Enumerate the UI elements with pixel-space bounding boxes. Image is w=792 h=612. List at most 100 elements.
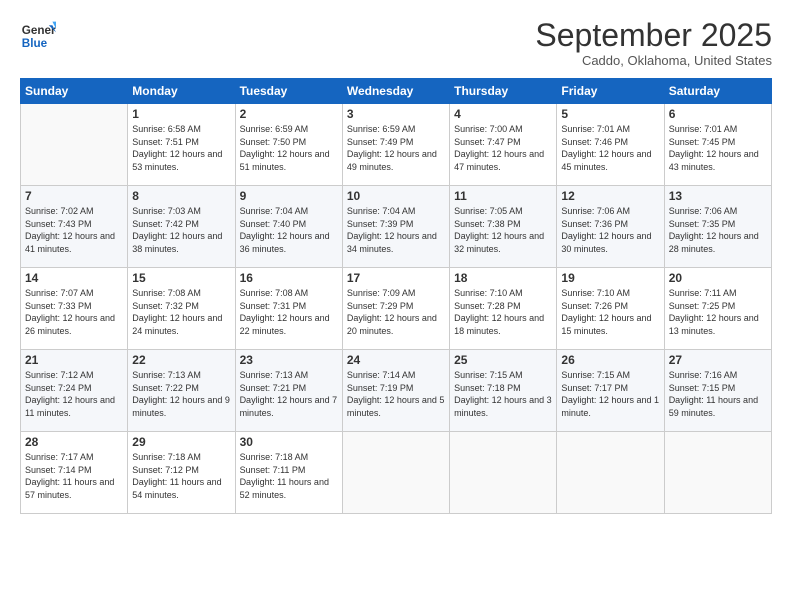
cell-sunset: Sunset: 7:50 PM: [240, 136, 338, 149]
header-sunday: Sunday: [21, 79, 128, 104]
cell-sunset: Sunset: 7:45 PM: [669, 136, 767, 149]
calendar-table: Sunday Monday Tuesday Wednesday Thursday…: [20, 78, 772, 514]
calendar-cell: [342, 432, 449, 514]
day-number: 20: [669, 271, 767, 285]
day-number: 7: [25, 189, 123, 203]
cell-sunrise: Sunrise: 7:02 AM: [25, 205, 123, 218]
cell-daylight: Daylight: 12 hours and 51 minutes.: [240, 148, 338, 173]
calendar-cell: 24 Sunrise: 7:14 AM Sunset: 7:19 PM Dayl…: [342, 350, 449, 432]
cell-sunrise: Sunrise: 7:10 AM: [561, 287, 659, 300]
header-wednesday: Wednesday: [342, 79, 449, 104]
cell-daylight: Daylight: 12 hours and 30 minutes.: [561, 230, 659, 255]
cell-sunrise: Sunrise: 7:15 AM: [454, 369, 552, 382]
calendar-week-row: 14 Sunrise: 7:07 AM Sunset: 7:33 PM Dayl…: [21, 268, 772, 350]
cell-sunrise: Sunrise: 7:09 AM: [347, 287, 445, 300]
calendar-cell: 18 Sunrise: 7:10 AM Sunset: 7:28 PM Dayl…: [450, 268, 557, 350]
header: General Blue September 2025 Caddo, Oklah…: [20, 18, 772, 68]
cell-daylight: Daylight: 12 hours and 24 minutes.: [132, 312, 230, 337]
cell-daylight: Daylight: 12 hours and 18 minutes.: [454, 312, 552, 337]
cell-sunset: Sunset: 7:33 PM: [25, 300, 123, 313]
cell-daylight: Daylight: 12 hours and 45 minutes.: [561, 148, 659, 173]
cell-sunset: Sunset: 7:26 PM: [561, 300, 659, 313]
day-number: 6: [669, 107, 767, 121]
cell-sunrise: Sunrise: 7:04 AM: [240, 205, 338, 218]
calendar-cell: 8 Sunrise: 7:03 AM Sunset: 7:42 PM Dayli…: [128, 186, 235, 268]
cell-sunrise: Sunrise: 7:01 AM: [561, 123, 659, 136]
page-container: General Blue September 2025 Caddo, Oklah…: [0, 0, 792, 612]
cell-sunset: Sunset: 7:47 PM: [454, 136, 552, 149]
calendar-cell: 3 Sunrise: 6:59 AM Sunset: 7:49 PM Dayli…: [342, 104, 449, 186]
cell-sunrise: Sunrise: 7:18 AM: [240, 451, 338, 464]
day-number: 10: [347, 189, 445, 203]
cell-daylight: Daylight: 11 hours and 52 minutes.: [240, 476, 338, 501]
cell-sunset: Sunset: 7:12 PM: [132, 464, 230, 477]
cell-sunrise: Sunrise: 6:59 AM: [240, 123, 338, 136]
cell-sunrise: Sunrise: 7:03 AM: [132, 205, 230, 218]
cell-sunrise: Sunrise: 7:05 AM: [454, 205, 552, 218]
cell-sunrise: Sunrise: 6:59 AM: [347, 123, 445, 136]
title-block: September 2025 Caddo, Oklahoma, United S…: [535, 18, 772, 68]
cell-sunrise: Sunrise: 7:16 AM: [669, 369, 767, 382]
cell-sunrise: Sunrise: 7:00 AM: [454, 123, 552, 136]
cell-daylight: Daylight: 12 hours and 20 minutes.: [347, 312, 445, 337]
cell-sunset: Sunset: 7:22 PM: [132, 382, 230, 395]
cell-sunset: Sunset: 7:32 PM: [132, 300, 230, 313]
cell-daylight: Daylight: 12 hours and 32 minutes.: [454, 230, 552, 255]
cell-sunset: Sunset: 7:49 PM: [347, 136, 445, 149]
cell-daylight: Daylight: 11 hours and 57 minutes.: [25, 476, 123, 501]
header-saturday: Saturday: [664, 79, 771, 104]
calendar-week-row: 7 Sunrise: 7:02 AM Sunset: 7:43 PM Dayli…: [21, 186, 772, 268]
calendar-cell: 7 Sunrise: 7:02 AM Sunset: 7:43 PM Dayli…: [21, 186, 128, 268]
calendar-cell: 23 Sunrise: 7:13 AM Sunset: 7:21 PM Dayl…: [235, 350, 342, 432]
cell-sunset: Sunset: 7:29 PM: [347, 300, 445, 313]
cell-sunset: Sunset: 7:42 PM: [132, 218, 230, 231]
day-number: 9: [240, 189, 338, 203]
calendar-cell: 20 Sunrise: 7:11 AM Sunset: 7:25 PM Dayl…: [664, 268, 771, 350]
calendar-cell: 12 Sunrise: 7:06 AM Sunset: 7:36 PM Dayl…: [557, 186, 664, 268]
header-friday: Friday: [557, 79, 664, 104]
day-number: 5: [561, 107, 659, 121]
cell-daylight: Daylight: 11 hours and 54 minutes.: [132, 476, 230, 501]
day-number: 2: [240, 107, 338, 121]
day-number: 23: [240, 353, 338, 367]
calendar-cell: 19 Sunrise: 7:10 AM Sunset: 7:26 PM Dayl…: [557, 268, 664, 350]
calendar-cell: 2 Sunrise: 6:59 AM Sunset: 7:50 PM Dayli…: [235, 104, 342, 186]
cell-sunset: Sunset: 7:19 PM: [347, 382, 445, 395]
day-number: 11: [454, 189, 552, 203]
calendar-week-row: 28 Sunrise: 7:17 AM Sunset: 7:14 PM Dayl…: [21, 432, 772, 514]
cell-sunset: Sunset: 7:39 PM: [347, 218, 445, 231]
cell-daylight: Daylight: 12 hours and 38 minutes.: [132, 230, 230, 255]
day-number: 28: [25, 435, 123, 449]
cell-sunset: Sunset: 7:51 PM: [132, 136, 230, 149]
calendar-cell: [664, 432, 771, 514]
calendar-cell: 22 Sunrise: 7:13 AM Sunset: 7:22 PM Dayl…: [128, 350, 235, 432]
cell-sunset: Sunset: 7:35 PM: [669, 218, 767, 231]
cell-sunset: Sunset: 7:43 PM: [25, 218, 123, 231]
day-number: 21: [25, 353, 123, 367]
cell-sunset: Sunset: 7:38 PM: [454, 218, 552, 231]
cell-daylight: Daylight: 12 hours and 28 minutes.: [669, 230, 767, 255]
location: Caddo, Oklahoma, United States: [535, 53, 772, 68]
cell-sunset: Sunset: 7:17 PM: [561, 382, 659, 395]
calendar-cell: 13 Sunrise: 7:06 AM Sunset: 7:35 PM Dayl…: [664, 186, 771, 268]
cell-daylight: Daylight: 12 hours and 34 minutes.: [347, 230, 445, 255]
day-number: 26: [561, 353, 659, 367]
cell-sunrise: Sunrise: 7:18 AM: [132, 451, 230, 464]
cell-sunrise: Sunrise: 7:08 AM: [240, 287, 338, 300]
day-number: 3: [347, 107, 445, 121]
cell-daylight: Daylight: 12 hours and 47 minutes.: [454, 148, 552, 173]
cell-daylight: Daylight: 12 hours and 41 minutes.: [25, 230, 123, 255]
day-number: 1: [132, 107, 230, 121]
calendar-cell: 21 Sunrise: 7:12 AM Sunset: 7:24 PM Dayl…: [21, 350, 128, 432]
cell-daylight: Daylight: 12 hours and 9 minutes.: [132, 394, 230, 419]
cell-daylight: Daylight: 11 hours and 59 minutes.: [669, 394, 767, 419]
logo-icon: General Blue: [20, 18, 56, 54]
cell-sunset: Sunset: 7:28 PM: [454, 300, 552, 313]
cell-sunrise: Sunrise: 7:15 AM: [561, 369, 659, 382]
cell-daylight: Daylight: 12 hours and 43 minutes.: [669, 148, 767, 173]
cell-sunset: Sunset: 7:31 PM: [240, 300, 338, 313]
cell-daylight: Daylight: 12 hours and 15 minutes.: [561, 312, 659, 337]
cell-sunset: Sunset: 7:11 PM: [240, 464, 338, 477]
cell-daylight: Daylight: 12 hours and 53 minutes.: [132, 148, 230, 173]
logo: General Blue: [20, 18, 56, 54]
